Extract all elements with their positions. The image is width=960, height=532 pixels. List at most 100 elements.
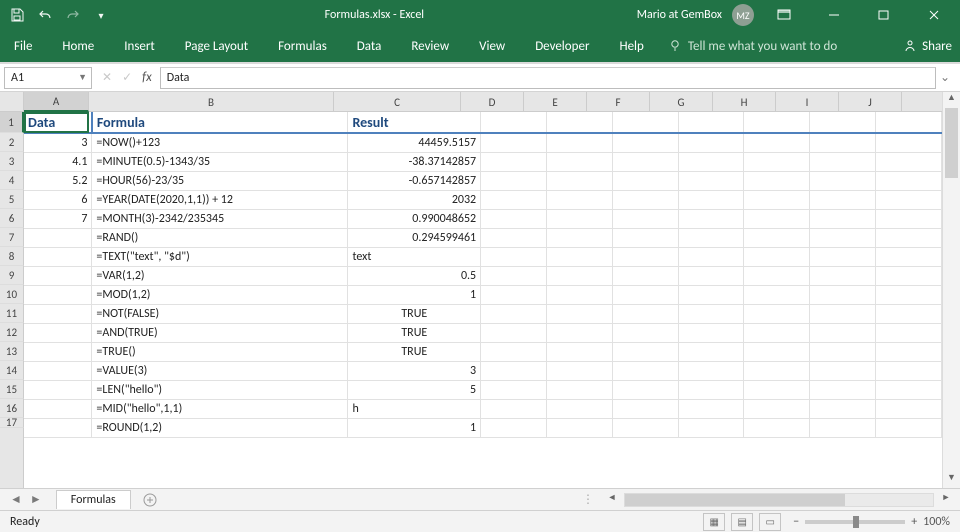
sheet-cells[interactable]: DataFormulaResult3=NOW()+12344459.51574.… bbox=[24, 112, 942, 438]
cell[interactable] bbox=[744, 266, 810, 285]
sheet-nav-next[interactable]: ► bbox=[30, 492, 42, 507]
cell[interactable] bbox=[876, 209, 942, 228]
cell-b3[interactable]: =MINUTE(0.5)-1343/35 bbox=[92, 152, 348, 171]
cell[interactable] bbox=[612, 247, 678, 266]
cell[interactable] bbox=[876, 285, 942, 304]
vertical-scroll-thumb[interactable] bbox=[945, 108, 958, 178]
cell-c2[interactable]: 44459.5157 bbox=[348, 133, 481, 152]
zoom-level[interactable]: 100% bbox=[923, 515, 950, 529]
cell[interactable] bbox=[744, 247, 810, 266]
cell-b12[interactable]: =AND(TRUE) bbox=[92, 323, 348, 342]
cell-c7[interactable]: 0.294599461 bbox=[348, 228, 481, 247]
cell-c9[interactable]: 0.5 bbox=[348, 266, 481, 285]
cell[interactable] bbox=[612, 171, 678, 190]
cell[interactable] bbox=[678, 266, 744, 285]
cell-c5[interactable]: 2032 bbox=[348, 190, 481, 209]
cell[interactable] bbox=[678, 152, 744, 171]
cell[interactable] bbox=[481, 171, 547, 190]
close-button[interactable] bbox=[914, 1, 954, 29]
column-header-g[interactable]: G bbox=[650, 92, 713, 112]
cell-a4[interactable]: 5.2 bbox=[24, 171, 92, 190]
cell[interactable] bbox=[481, 361, 547, 380]
tab-page-layout[interactable]: Page Layout bbox=[179, 35, 254, 58]
cell[interactable] bbox=[678, 342, 744, 361]
cell[interactable] bbox=[481, 133, 547, 152]
column-header-j[interactable]: J bbox=[839, 92, 902, 112]
sheet-tab-formulas[interactable]: Formulas bbox=[56, 490, 131, 509]
cell[interactable] bbox=[876, 361, 942, 380]
cell[interactable] bbox=[481, 304, 547, 323]
user-avatar[interactable]: MZ bbox=[732, 4, 754, 26]
cell[interactable] bbox=[546, 190, 612, 209]
vertical-scrollbar[interactable]: ▲ ▼ bbox=[942, 92, 960, 488]
column-header-d[interactable]: D bbox=[461, 92, 524, 112]
row-header-7[interactable]: 7 bbox=[0, 228, 24, 247]
cell-a9[interactable] bbox=[24, 266, 92, 285]
cell[interactable] bbox=[744, 304, 810, 323]
cell[interactable] bbox=[481, 380, 547, 399]
expand-formula-bar-button[interactable]: ⌄ bbox=[936, 70, 954, 85]
column-header-a[interactable]: A bbox=[24, 92, 89, 112]
cell[interactable] bbox=[546, 380, 612, 399]
cell[interactable] bbox=[876, 418, 942, 437]
cell-c13[interactable]: TRUE bbox=[348, 342, 481, 361]
page-layout-view-button[interactable]: ▤ bbox=[731, 513, 753, 531]
chevron-down-icon[interactable]: ▼ bbox=[78, 72, 87, 83]
zoom-in-button[interactable]: + bbox=[911, 515, 917, 529]
row-header-5[interactable]: 5 bbox=[0, 190, 24, 209]
tab-view[interactable]: View bbox=[473, 35, 511, 58]
tab-home[interactable]: Home bbox=[56, 35, 100, 58]
qat-customize-icon[interactable]: ▾ bbox=[90, 4, 112, 26]
save-button[interactable] bbox=[6, 4, 28, 26]
horizontal-scroll-thumb[interactable] bbox=[625, 494, 845, 506]
cell[interactable] bbox=[744, 285, 810, 304]
cell[interactable] bbox=[612, 380, 678, 399]
cell-b13[interactable]: =TRUE() bbox=[92, 342, 348, 361]
cell[interactable] bbox=[810, 285, 876, 304]
cell-b1[interactable]: Formula bbox=[92, 112, 348, 133]
cell-b2[interactable]: =NOW()+123 bbox=[92, 133, 348, 152]
cell[interactable] bbox=[678, 228, 744, 247]
cell[interactable] bbox=[810, 399, 876, 418]
cell[interactable] bbox=[546, 323, 612, 342]
cell[interactable] bbox=[744, 323, 810, 342]
cell[interactable] bbox=[876, 133, 942, 152]
cell[interactable] bbox=[876, 112, 942, 133]
cell-b14[interactable]: =VALUE(3) bbox=[92, 361, 348, 380]
cell-a7[interactable] bbox=[24, 228, 92, 247]
cell[interactable] bbox=[810, 361, 876, 380]
cell[interactable] bbox=[612, 418, 678, 437]
cell-c15[interactable]: 5 bbox=[348, 380, 481, 399]
scroll-left-button[interactable]: ◄ bbox=[604, 492, 620, 508]
cell[interactable] bbox=[612, 228, 678, 247]
cell[interactable] bbox=[481, 247, 547, 266]
scroll-right-button[interactable]: ► bbox=[938, 492, 954, 508]
user-name[interactable]: Mario at GemBox bbox=[637, 8, 722, 22]
scroll-up-button[interactable]: ▲ bbox=[943, 92, 960, 108]
cell[interactable] bbox=[876, 171, 942, 190]
cell-b15[interactable]: =LEN("hello") bbox=[92, 380, 348, 399]
normal-view-button[interactable]: ▦ bbox=[703, 513, 725, 531]
cell[interactable] bbox=[612, 399, 678, 418]
ribbon-display-options-button[interactable] bbox=[764, 1, 804, 29]
cell[interactable] bbox=[481, 266, 547, 285]
cell[interactable] bbox=[810, 323, 876, 342]
cell[interactable] bbox=[546, 304, 612, 323]
cell-c8[interactable]: text bbox=[348, 247, 481, 266]
cell[interactable] bbox=[546, 209, 612, 228]
page-break-view-button[interactable]: ▭ bbox=[759, 513, 781, 531]
cell-b4[interactable]: =HOUR(56)-23/35 bbox=[92, 171, 348, 190]
cell[interactable] bbox=[612, 266, 678, 285]
row-header-14[interactable]: 14 bbox=[0, 361, 24, 380]
cell[interactable] bbox=[481, 209, 547, 228]
cell-c16[interactable]: h bbox=[348, 399, 481, 418]
cell-b11[interactable]: =NOT(FALSE) bbox=[92, 304, 348, 323]
cell[interactable] bbox=[678, 285, 744, 304]
cell[interactable] bbox=[810, 342, 876, 361]
cell[interactable] bbox=[744, 418, 810, 437]
cell[interactable] bbox=[481, 152, 547, 171]
cell-a2[interactable]: 3 bbox=[24, 133, 92, 152]
cell-c12[interactable]: TRUE bbox=[348, 323, 481, 342]
cell[interactable] bbox=[876, 342, 942, 361]
cell-a17[interactable] bbox=[24, 418, 92, 437]
